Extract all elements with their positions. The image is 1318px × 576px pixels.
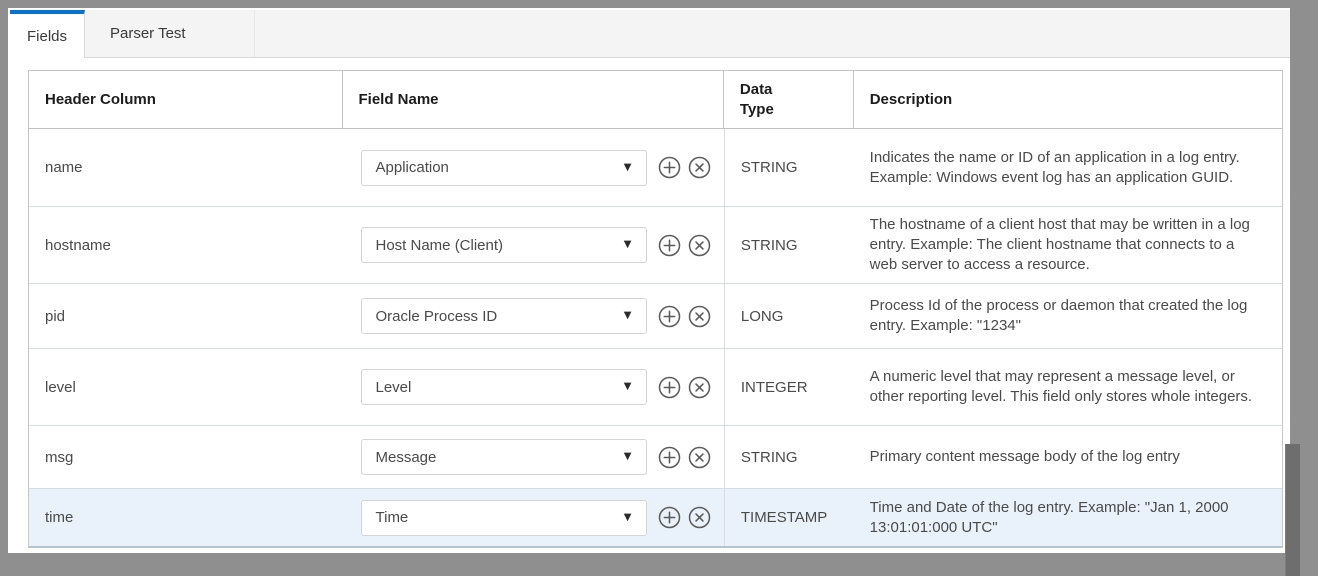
table-row-msg: msg Message ▼ STRING Primary content mes… (29, 425, 1282, 488)
field-name-select[interactable]: Application ▼ (361, 150, 647, 186)
field-name-header: Field Name (343, 71, 724, 128)
remove-field-button[interactable] (687, 233, 712, 258)
data-type-cell: STRING (724, 207, 854, 283)
data-type-cell: TIMESTAMP (724, 489, 854, 546)
field-name-select[interactable]: Level ▼ (361, 369, 647, 405)
remove-field-button[interactable] (687, 505, 712, 530)
field-name-select[interactable]: Message ▼ (361, 439, 647, 475)
x-circle-icon (687, 445, 712, 470)
remove-field-button[interactable] (687, 304, 712, 329)
field-name-select[interactable]: Host Name (Client) ▼ (361, 227, 647, 263)
x-circle-icon (687, 233, 712, 258)
x-circle-icon (687, 155, 712, 180)
description-cell: The hostname of a client host that may b… (854, 207, 1282, 283)
table-header-row: Header Column Field Name Data Type Descr… (29, 71, 1282, 129)
plus-circle-icon (657, 155, 682, 180)
plus-circle-icon (657, 233, 682, 258)
add-field-button[interactable] (657, 233, 682, 258)
data-type-cell: STRING (724, 129, 854, 206)
data-type-cell: LONG (724, 284, 854, 348)
header-column-cell: pid (29, 284, 343, 348)
description-cell: A numeric level that may represent a mes… (854, 349, 1282, 425)
field-name-cell: Oracle Process ID ▼ (343, 284, 724, 348)
x-circle-icon (687, 505, 712, 530)
add-field-button[interactable] (657, 304, 682, 329)
description-cell: Primary content message body of the log … (854, 426, 1282, 488)
caret-down-icon: ▼ (624, 311, 646, 321)
add-field-button[interactable] (657, 505, 682, 530)
tab-bar: Fields Parser Test (10, 10, 1290, 58)
plus-circle-icon (657, 445, 682, 470)
field-name-cell: Application ▼ (343, 129, 724, 206)
data-type-cell: STRING (724, 426, 854, 488)
page-frame: { "tabs": [ { "label": "Fields", "active… (0, 0, 1318, 576)
add-field-button[interactable] (657, 445, 682, 470)
tab-parser-test[interactable]: Parser Test (85, 10, 255, 57)
x-circle-icon (687, 304, 712, 329)
table-row-time: time Time ▼ TIMESTAMP Time and Date of t… (29, 488, 1282, 546)
header-column-cell: time (29, 489, 343, 546)
table-row-pid: pid Oracle Process ID ▼ LONG Process Id … (29, 283, 1282, 348)
tab-parser-test-label: Parser Test (110, 25, 186, 42)
header-column-cell: level (29, 349, 343, 425)
plus-circle-icon (657, 304, 682, 329)
table-row-name: name Application ▼ STRING Indicates the … (29, 129, 1282, 206)
header-column-cell: msg (29, 426, 343, 488)
caret-down-icon: ▼ (624, 452, 646, 462)
caret-down-icon: ▼ (624, 513, 646, 523)
header-column-cell: name (29, 129, 343, 206)
data-type-header: Data Type (724, 71, 854, 128)
field-name-cell: Time ▼ (343, 489, 724, 546)
add-field-button[interactable] (657, 375, 682, 400)
data-type-cell: INTEGER (724, 349, 854, 425)
remove-field-button[interactable] (687, 375, 712, 400)
tab-fields[interactable]: Fields (10, 10, 85, 58)
table-row-hostname: hostname Host Name (Client) ▼ STRING The… (29, 206, 1282, 283)
caret-down-icon: ▼ (624, 382, 646, 392)
field-name-cell: Level ▼ (343, 349, 724, 425)
panel-content: Fields Parser Test Header Column Field N… (8, 8, 1290, 553)
tab-fields-label: Fields (27, 28, 67, 45)
caret-down-icon: ▼ (624, 163, 646, 173)
field-name-select[interactable]: Time ▼ (361, 500, 647, 536)
description-cell: Process Id of the process or daemon that… (854, 284, 1282, 348)
header-column-header: Header Column (29, 71, 343, 128)
description-cell: Time and Date of the log entry. Example:… (854, 489, 1282, 546)
fields-table: Header Column Field Name Data Type Descr… (28, 70, 1283, 548)
remove-field-button[interactable] (687, 445, 712, 470)
plus-circle-icon (657, 375, 682, 400)
scrollbar-thumb[interactable] (1285, 444, 1300, 576)
caret-down-icon: ▼ (624, 240, 646, 250)
field-name-select[interactable]: Oracle Process ID ▼ (361, 298, 647, 334)
field-name-cell: Host Name (Client) ▼ (343, 207, 724, 283)
description-cell: Indicates the name or ID of an applicati… (854, 129, 1282, 206)
table-row-level: level Level ▼ INTEGER A numeric level th… (29, 348, 1282, 425)
remove-field-button[interactable] (687, 155, 712, 180)
header-column-cell: hostname (29, 207, 343, 283)
add-field-button[interactable] (657, 155, 682, 180)
description-header: Description (854, 71, 1282, 128)
plus-circle-icon (657, 505, 682, 530)
field-name-cell: Message ▼ (343, 426, 724, 488)
x-circle-icon (687, 375, 712, 400)
